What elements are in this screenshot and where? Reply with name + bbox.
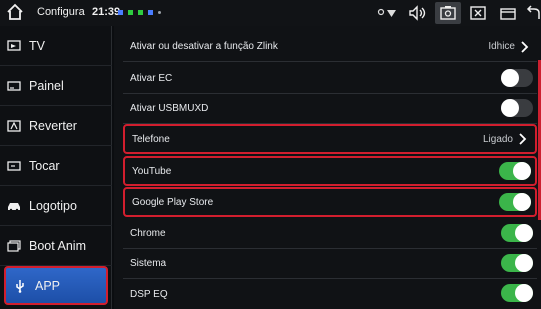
sidebar-item-boot-anim[interactable]: Boot Anim	[0, 226, 112, 266]
status-title: Configura	[37, 6, 85, 18]
notification-dot-icon	[138, 10, 143, 15]
sidebar-item-label: TV	[29, 38, 45, 53]
location-wifi-icon	[375, 2, 401, 24]
screenshot-icon[interactable]	[435, 2, 461, 24]
sidebar-item-label: APP	[35, 278, 61, 293]
usb-icon	[13, 279, 29, 293]
ec-toggle[interactable]	[501, 69, 533, 87]
setting-label: YouTube	[132, 165, 172, 177]
status-time: 21:39	[92, 6, 121, 18]
reverse-camera-icon	[7, 119, 23, 133]
setting-label: Chrome	[130, 228, 166, 239]
setting-value: Ligado	[482, 133, 513, 145]
setting-row-chrome: Chrome	[123, 219, 537, 249]
sidebar-item-reverter[interactable]: Reverter	[0, 106, 112, 146]
google-play-toggle[interactable]	[499, 193, 531, 211]
volume-icon[interactable]	[405, 2, 431, 24]
notification-icons	[118, 10, 161, 15]
touch-icon	[7, 159, 23, 173]
setting-row-google-play: Google Play Store	[123, 187, 537, 217]
sidebar-item-painel[interactable]: Painel	[0, 66, 112, 106]
setting-value: Idhice	[488, 41, 515, 52]
sidebar-item-logotipo[interactable]: Logotipo	[0, 186, 112, 226]
setting-row-youtube: YouTube	[123, 156, 537, 186]
setting-label: Ativar USBMUXD	[130, 103, 209, 114]
window-icon[interactable]	[495, 2, 521, 24]
notification-dot-icon	[148, 10, 153, 15]
setting-row-ec: Ativar EC	[123, 64, 537, 94]
setting-row-zlink[interactable]: Ativar ou desativar a função Zlink Idhic…	[123, 32, 537, 62]
dsp-eq-toggle[interactable]	[501, 284, 533, 302]
chrome-toggle[interactable]	[501, 224, 533, 242]
setting-row-telefone[interactable]: Telefone Ligado	[123, 124, 537, 154]
notification-dot-icon	[158, 11, 161, 14]
status-bar: Configura 21:39	[0, 0, 541, 26]
setting-label: Sistema	[130, 258, 167, 269]
boot-anim-icon	[7, 239, 23, 253]
sidebar: TV Painel Reverter Tocar Logotipo Boot A…	[0, 26, 112, 309]
sidebar-item-tv[interactable]: TV	[0, 26, 112, 66]
setting-label: Google Play Store	[132, 196, 214, 208]
setting-row-usbmuxd: Ativar USBMUXD	[123, 94, 537, 124]
youtube-toggle[interactable]	[499, 162, 531, 180]
settings-list: Ativar ou desativar a função Zlink Idhic…	[114, 26, 541, 309]
home-icon[interactable]	[6, 3, 24, 21]
sidebar-item-label: Logotipo	[29, 198, 77, 213]
close-icon[interactable]	[465, 2, 491, 24]
setting-label: Ativar ou desativar a função Zlink	[130, 41, 278, 52]
chevron-right-icon	[519, 133, 527, 145]
sidebar-item-app[interactable]: APP	[4, 266, 108, 305]
sistema-toggle[interactable]	[501, 254, 533, 272]
setting-label: Ativar EC	[130, 73, 173, 84]
usbmuxd-toggle[interactable]	[501, 99, 533, 117]
panel-icon	[7, 79, 23, 93]
setting-row-dsp-eq: DSP EQ	[123, 279, 537, 309]
setting-row-sistema: Sistema	[123, 249, 537, 279]
setting-label: Telefone	[132, 133, 170, 145]
tv-icon	[7, 39, 23, 53]
sidebar-item-label: Boot Anim	[29, 238, 86, 253]
setting-label: DSP EQ	[130, 288, 168, 300]
chevron-right-icon	[521, 41, 529, 53]
car-icon	[7, 199, 23, 213]
back-icon[interactable]	[525, 2, 541, 24]
sidebar-item-label: Tocar	[29, 158, 60, 173]
notification-dot-icon	[118, 10, 123, 15]
sidebar-item-tocar[interactable]: Tocar	[0, 146, 112, 186]
sidebar-item-label: Reverter	[29, 118, 77, 133]
notification-dot-icon	[128, 10, 133, 15]
sidebar-item-label: Painel	[29, 78, 64, 93]
